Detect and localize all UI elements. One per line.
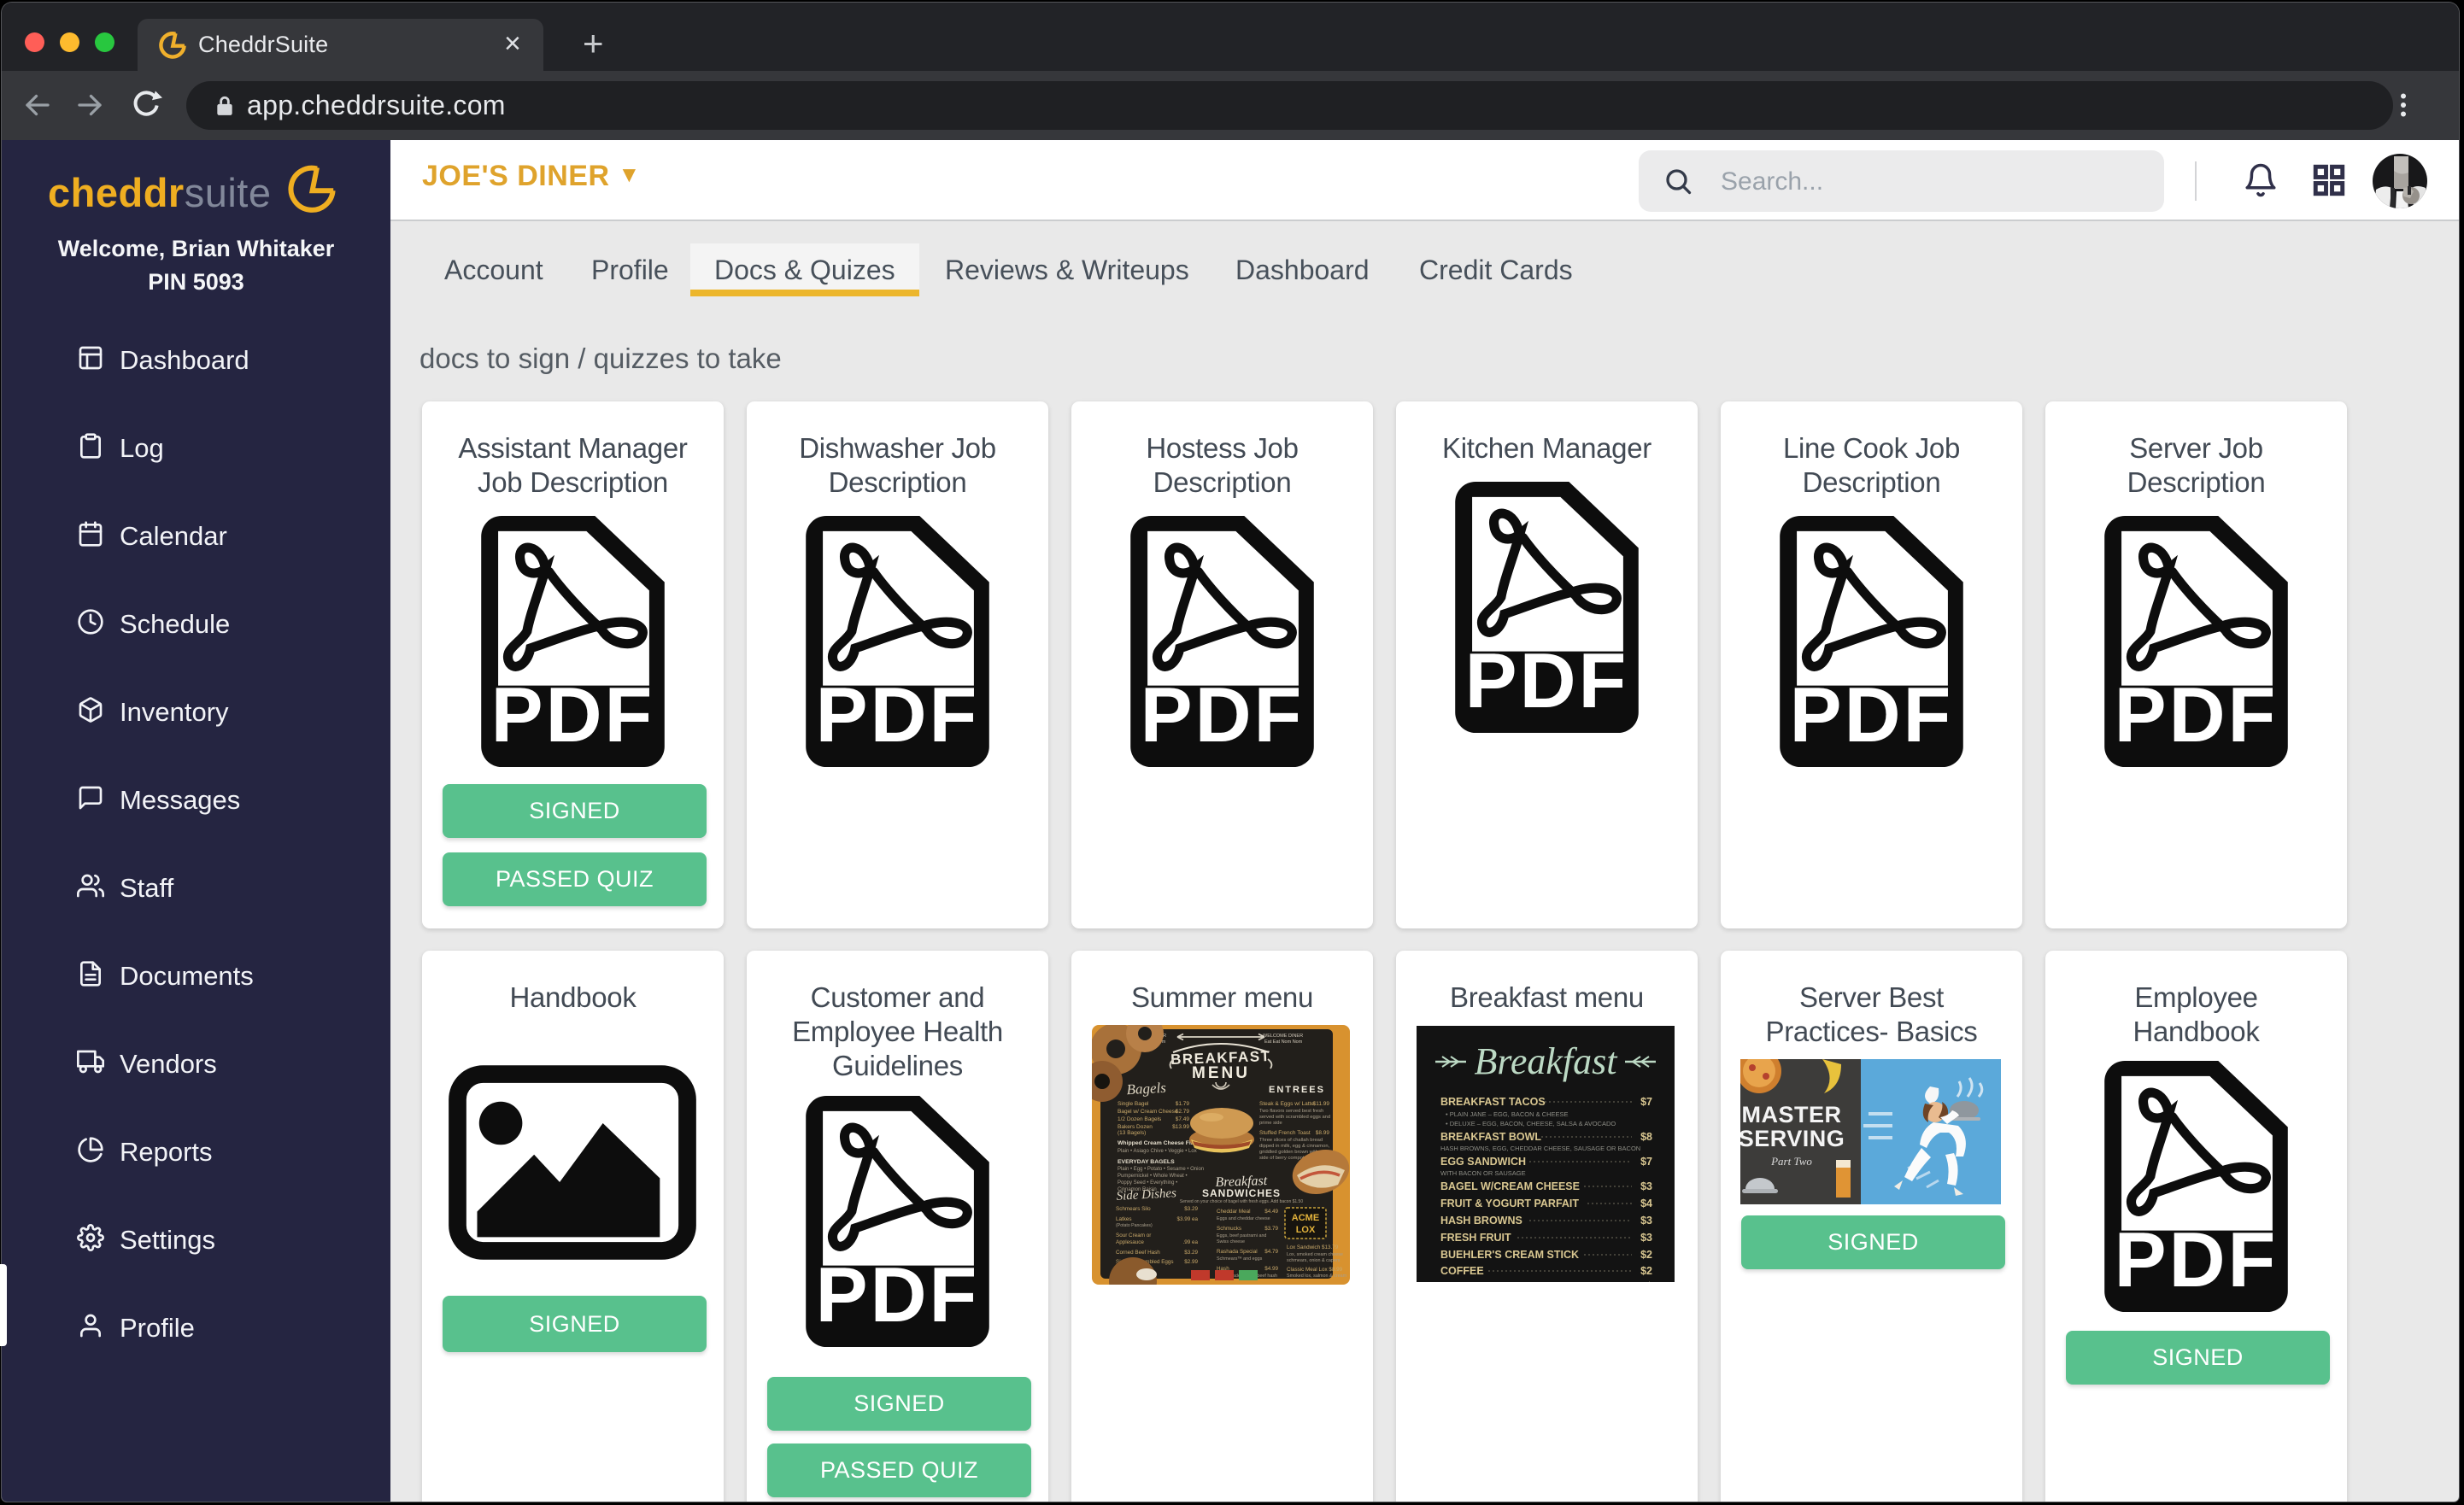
svg-text:Single Bagel: Single Bagel: [1118, 1101, 1149, 1107]
svg-text:Part Two: Part Two: [1770, 1155, 1812, 1168]
svg-text:Applesauce: Applesauce: [1116, 1239, 1144, 1245]
svg-text:$7.49: $7.49: [1176, 1116, 1190, 1122]
svg-text:Served on your choice of bagel: Served on your choice of bagel with fres…: [1180, 1199, 1303, 1204]
svg-text:DRINKS: DRINKS: [1440, 1280, 1481, 1282]
svg-text:Bagels: Bagels: [1126, 1080, 1167, 1098]
svg-text:SERVING: SERVING: [1740, 1126, 1845, 1151]
svg-text:FRESH FRUIT: FRESH FRUIT: [1440, 1232, 1511, 1244]
svg-text:BREAKFAST TACOS: BREAKFAST TACOS: [1440, 1096, 1546, 1108]
svg-text:Schmucks: Schmucks: [1217, 1226, 1241, 1232]
svg-text:ACME: ACME: [1292, 1213, 1319, 1223]
svg-text:$7: $7: [1640, 1096, 1652, 1108]
svg-text:prime side: prime side: [1259, 1121, 1282, 1126]
svg-text:Latkes: Latkes: [1116, 1216, 1132, 1222]
svg-text:Corned Beef Hash: Corned Beef Hash: [1116, 1250, 1160, 1256]
svg-text:$2: $2: [1640, 1249, 1652, 1261]
svg-text:BREAKFAST BOWL: BREAKFAST BOWL: [1440, 1131, 1541, 1143]
svg-text:$4.79: $4.79: [1264, 1249, 1278, 1255]
svg-text:Poppy Seed • Everything •: Poppy Seed • Everything •: [1118, 1180, 1177, 1186]
svg-text:dipped in milk, egg & cinnamon: dipped in milk, egg & cinnamon,: [1259, 1144, 1330, 1149]
svg-text:LOX: LOX: [1296, 1225, 1316, 1235]
svg-text:Bakers Dozen: Bakers Dozen: [1118, 1124, 1153, 1130]
svg-text:Smoked lox, salmon & cream: Smoked lox, salmon & cream: [1287, 1274, 1347, 1279]
svg-text:$8: $8: [1640, 1131, 1652, 1143]
svg-text:• PLAIN JANE – EGG, BACON & CH: • PLAIN JANE – EGG, BACON & CHEESE: [1446, 1110, 1569, 1118]
svg-text:$4: $4: [1640, 1198, 1652, 1209]
svg-text:MASTER: MASTER: [1742, 1102, 1842, 1127]
svg-text:Eat Eat Nom Nom: Eat Eat Nom Nom: [1264, 1039, 1303, 1045]
svg-text:Breakfast: Breakfast: [1475, 1040, 1619, 1082]
svg-text:$2.79: $2.79: [1176, 1109, 1190, 1115]
svg-text:SANDWICHES: SANDWICHES: [1202, 1187, 1281, 1199]
svg-text:$4.99: $4.99: [1264, 1266, 1278, 1272]
svg-text:$3.29: $3.29: [1184, 1250, 1198, 1256]
svg-text:Schmears™ and eggs: Schmears™ and eggs: [1217, 1256, 1263, 1262]
svg-text:Plain • Asiago Chive • Veggie: Plain • Asiago Chive • Veggie • Lox: [1118, 1149, 1197, 1154]
svg-text:BUEHLER'S CREAM STICK: BUEHLER'S CREAM STICK: [1440, 1249, 1579, 1261]
svg-text:$13.99: $13.99: [1172, 1124, 1189, 1130]
svg-text:MENU: MENU: [1192, 1064, 1250, 1082]
svg-text:$7: $7: [1640, 1156, 1652, 1168]
svg-text:EVERYDAY BAGELS: EVERYDAY BAGELS: [1118, 1159, 1175, 1165]
svg-text:$2: $2: [1640, 1265, 1652, 1277]
svg-text:Eggs, beef pastrami and: Eggs, beef pastrami and: [1217, 1233, 1266, 1239]
svg-text:COFFEE: COFFEE: [1440, 1265, 1484, 1277]
svg-text:Classic Meal Lox $8.99: Classic Meal Lox $8.99: [1287, 1267, 1343, 1273]
svg-text:HASH BROWNS: HASH BROWNS: [1440, 1215, 1522, 1227]
svg-text:$2.99: $2.99: [1184, 1259, 1198, 1265]
svg-text:Cheddar Meal: Cheddar Meal: [1217, 1209, 1251, 1215]
svg-text:Two flavors served best fresh: Two flavors served best fresh: [1259, 1109, 1323, 1114]
svg-text:EGG SANDWICH: EGG SANDWICH: [1440, 1156, 1526, 1168]
svg-text:1/2 Dozen Bagels: 1/2 Dozen Bagels: [1118, 1116, 1162, 1122]
svg-text:WITH BACON OR SAUSAGE: WITH BACON OR SAUSAGE: [1440, 1169, 1526, 1177]
svg-text:$3: $3: [1640, 1180, 1652, 1192]
svg-text:Rashada Special: Rashada Special: [1217, 1249, 1258, 1255]
svg-text:Steak & Eggs w/ Latte: Steak & Eggs w/ Latte: [1259, 1101, 1314, 1107]
svg-text:Eggs and cheddar cheese: Eggs and cheddar cheese: [1217, 1216, 1270, 1221]
svg-text:Swiss cheese: Swiss cheese: [1217, 1239, 1245, 1244]
svg-text:$3: $3: [1640, 1232, 1652, 1244]
svg-text:(Potato Pancakes): (Potato Pancakes): [1116, 1223, 1153, 1228]
svg-text:Lox, smoked cream cheese: Lox, smoked cream cheese: [1287, 1252, 1343, 1257]
svg-text:.99 ea: .99 ea: [1182, 1239, 1198, 1245]
svg-text:WELCOME DINER: WELCOME DINER: [1263, 1034, 1303, 1039]
svg-text:Sour Cream or: Sour Cream or: [1116, 1233, 1151, 1239]
svg-text:$1.79: $1.79: [1176, 1101, 1190, 1107]
svg-text:schmears, onion & capers: schmears, onion & capers: [1287, 1258, 1341, 1263]
svg-text:Three slices of challah bread: Three slices of challah bread: [1259, 1138, 1323, 1143]
svg-text:Bagel w/ Cream Cheese: Bagel w/ Cream Cheese: [1118, 1109, 1178, 1115]
svg-text:(13 Bagels): (13 Bagels): [1118, 1130, 1146, 1136]
svg-text:$8.99: $8.99: [1316, 1130, 1330, 1136]
svg-text:• DELUXE – EGG, BACON, CHEESE,: • DELUXE – EGG, BACON, CHEESE, SALSA & A…: [1446, 1120, 1616, 1127]
svg-text:$: $: [1646, 1280, 1652, 1282]
svg-text:served with scrambled eggs and: served with scrambled eggs and: [1259, 1115, 1330, 1120]
svg-text:Schmears Silo: Schmears Silo: [1116, 1206, 1151, 1212]
svg-text:side of berry compote: side of berry compote: [1259, 1156, 1307, 1161]
svg-text:Pumpernickel • Whole Wheat •: Pumpernickel • Whole Wheat •: [1118, 1174, 1188, 1179]
svg-text:$4.49: $4.49: [1264, 1209, 1278, 1215]
svg-text:FRUIT & YOGURT PARFAIT: FRUIT & YOGURT PARFAIT: [1440, 1198, 1579, 1209]
svg-text:$3.29: $3.29: [1184, 1206, 1198, 1212]
svg-text:$11.99: $11.99: [1313, 1101, 1330, 1107]
svg-text:$3.79: $3.79: [1264, 1226, 1278, 1232]
svg-text:HASH BROWNS, EGG, CHEDDAR CHEE: HASH BROWNS, EGG, CHEDDAR CHEESE, SAUSAG…: [1440, 1145, 1640, 1152]
svg-text:ENTREES: ENTREES: [1269, 1085, 1325, 1095]
svg-text:Stuffed French Toast: Stuffed French Toast: [1259, 1130, 1311, 1136]
svg-text:BAGEL W/CREAM CHEESE: BAGEL W/CREAM CHEESE: [1440, 1180, 1580, 1192]
svg-text:$3.99 ea: $3.99 ea: [1176, 1216, 1198, 1222]
svg-text:Plain • Egg • Potato • Sesame: Plain • Egg • Potato • Sesame • Onion: [1118, 1167, 1204, 1172]
svg-text:Lox Sandwich $13.79: Lox Sandwich $13.79: [1287, 1244, 1339, 1250]
svg-text:$3: $3: [1640, 1215, 1652, 1227]
